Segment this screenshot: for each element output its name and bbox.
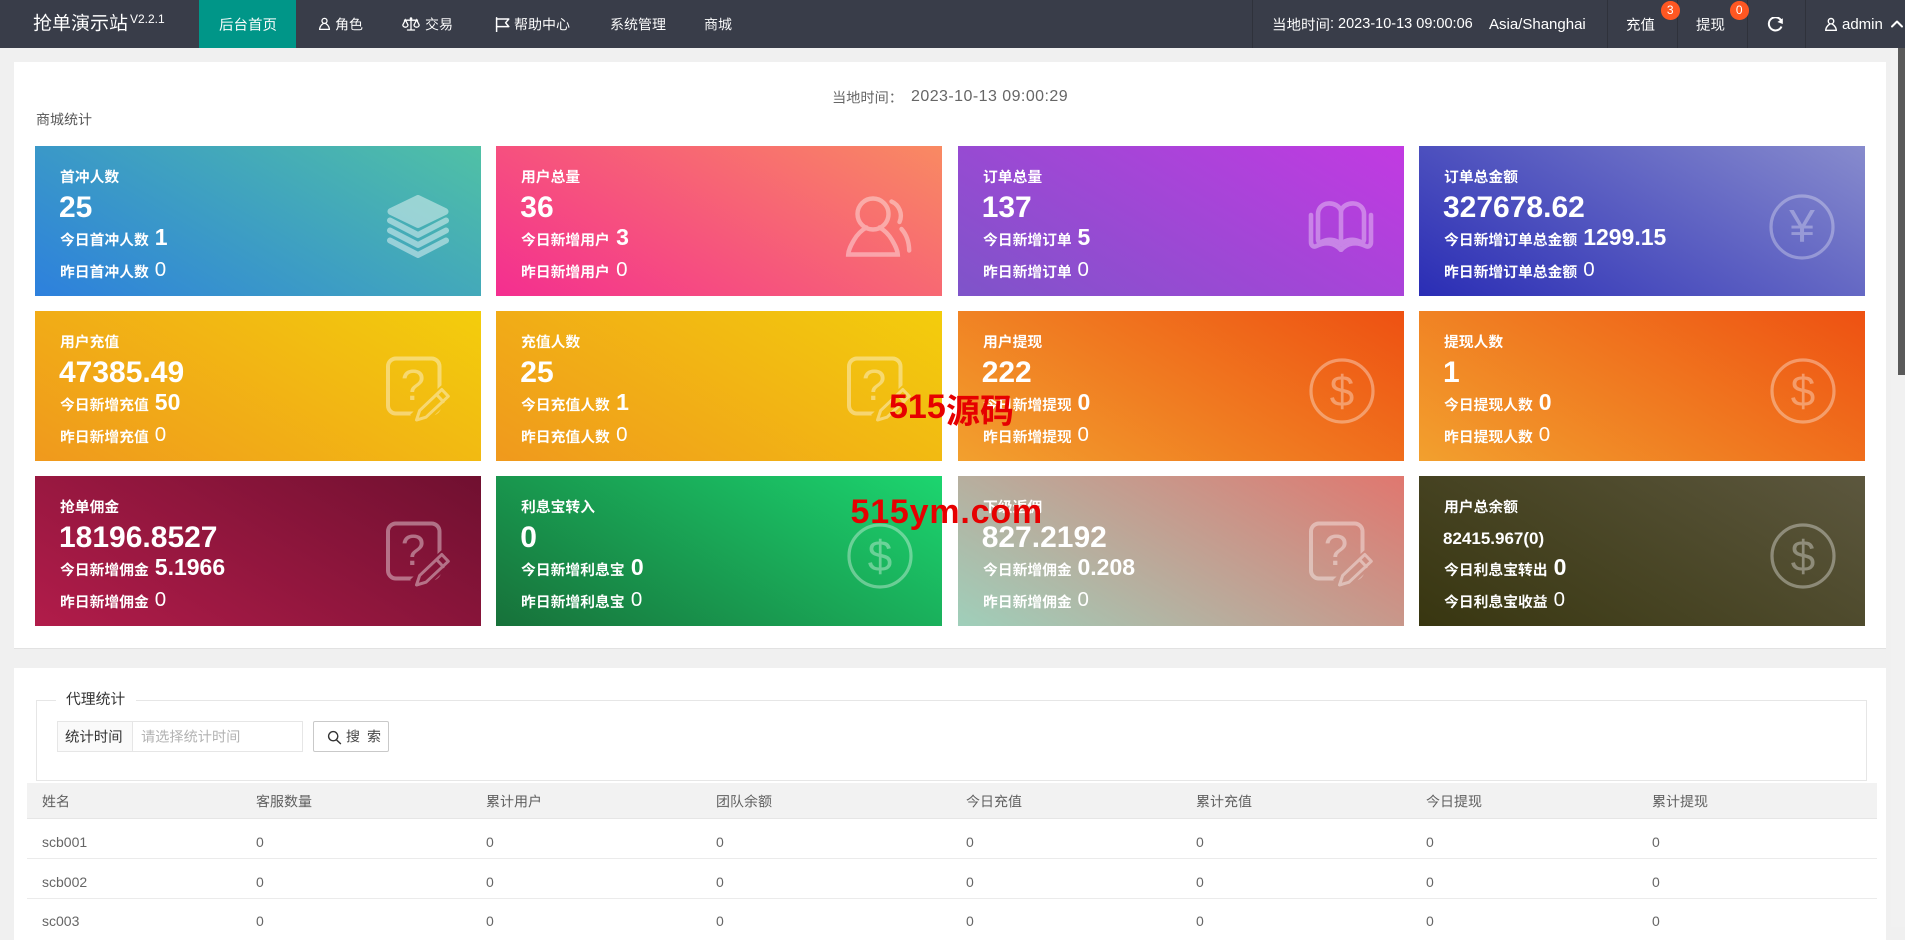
svg-text:$: $ bbox=[1329, 367, 1353, 416]
svg-text:$: $ bbox=[1791, 367, 1815, 416]
svg-text:?: ? bbox=[862, 361, 886, 410]
svg-text:?: ? bbox=[1323, 526, 1347, 575]
svg-text:?: ? bbox=[401, 526, 425, 575]
svg-text:$: $ bbox=[1791, 532, 1815, 581]
svg-text:$: $ bbox=[868, 532, 892, 581]
svg-text:?: ? bbox=[401, 361, 425, 410]
svg-text:¥: ¥ bbox=[1788, 200, 1815, 252]
